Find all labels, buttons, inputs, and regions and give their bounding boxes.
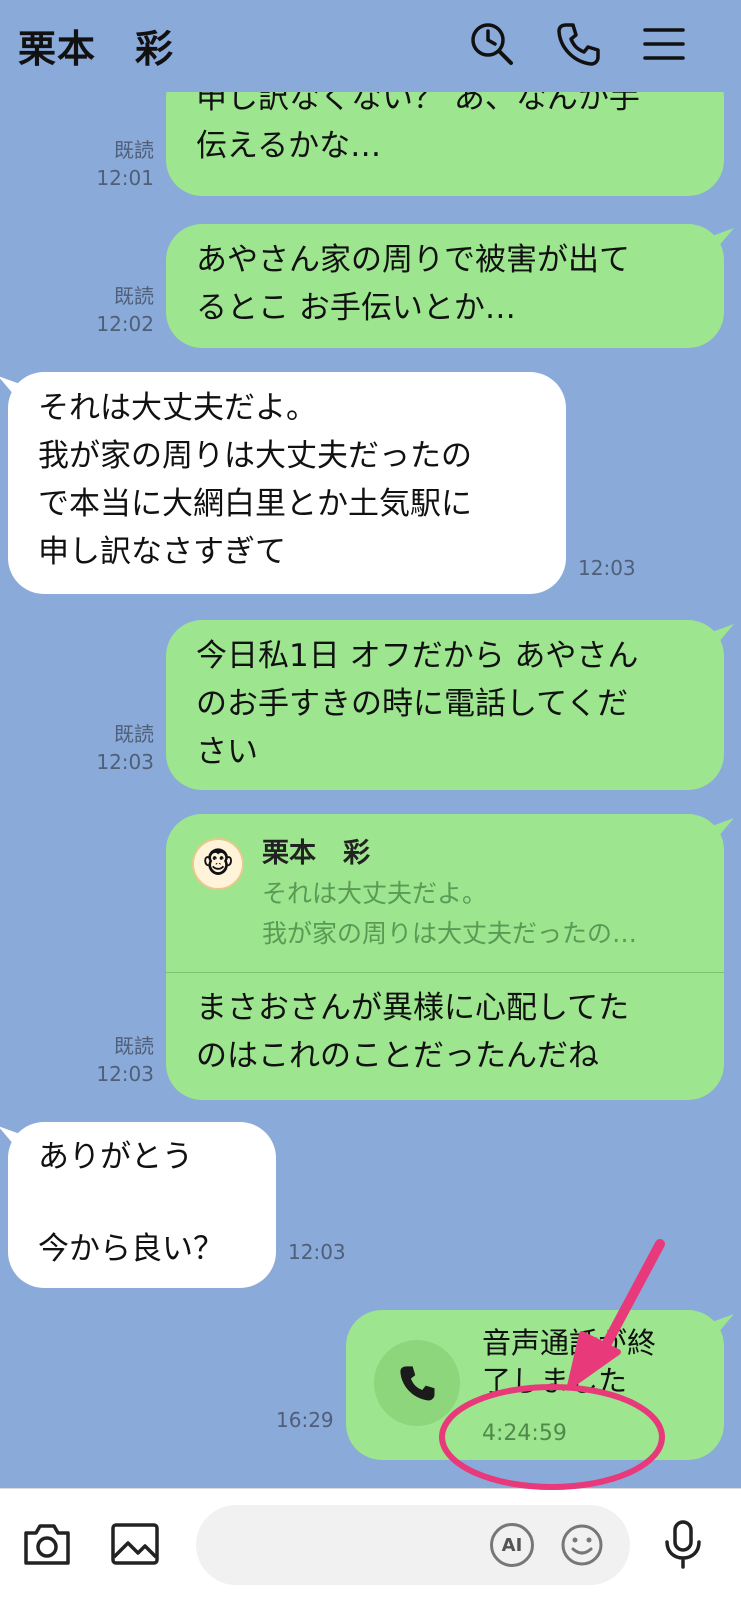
message-meta: 既読 12:03 (92, 720, 154, 776)
message-text: それは大丈夫だよ。 我が家の周りは大丈夫だったの で本当に大網白里とか土気駅に … (38, 390, 472, 570)
call-status-text: 音声通話が終 了しました (482, 1326, 657, 1398)
read-receipt: 既読 (114, 722, 154, 746)
message-time: 12:03 (96, 750, 154, 774)
read-receipt: 既読 (114, 138, 154, 162)
call-duration: 4:24:59 (482, 1421, 567, 1446)
message-bubble[interactable]: 今日私1日 オフだから あやさん のお手すきの時に電話してくだ さい (166, 620, 724, 790)
message-input-bar: AI (0, 1488, 741, 1600)
chat-header: 栗本 彩 (0, 0, 741, 92)
search-clock-icon[interactable] (468, 20, 516, 68)
message-bubble[interactable]: ありがとう 今から良い？ (8, 1122, 276, 1288)
chat-area[interactable]: 申し訳なくない？ あ、なんか手 伝えるかな… 既読 12:01 あやさん家の周り… (0, 92, 741, 1488)
message-text: まさおさんが異様に心配してた のはこれのことだったんだね (196, 990, 630, 1074)
message-meta: 既読 12:01 (92, 136, 154, 192)
camera-icon[interactable] (20, 1517, 74, 1571)
chat-title: 栗本 彩 (18, 27, 175, 71)
message-bubble[interactable]: 申し訳なくない？ あ、なんか手 伝えるかな… (166, 92, 724, 196)
phone-icon (374, 1340, 460, 1426)
message-bubble[interactable]: あやさん家の周りで被害が出て るとこ お手伝いとか… (166, 224, 724, 348)
menu-icon[interactable] (640, 20, 688, 68)
message-time: 12:03 (578, 556, 636, 580)
message-time: 16:29 (276, 1408, 334, 1432)
message-text: ありがとう 今から良い？ (38, 1139, 224, 1267)
message-bubble[interactable]: それは大丈夫だよ。 我が家の周りは大丈夫だったの で本当に大網白里とか土気駅に … (8, 372, 566, 594)
divider (166, 972, 724, 973)
avatar: 🐵 (192, 838, 244, 890)
message-time: 12:03 (96, 1062, 154, 1086)
ai-icon[interactable]: AI (490, 1523, 534, 1567)
message-time: 12:03 (288, 1240, 346, 1264)
phone-icon[interactable] (554, 20, 602, 68)
message-text: あやさん家の周りで被害が出て るとこ お手伝いとか… (196, 242, 630, 326)
reply-quote-line: 我が家の周りは大丈夫だったの… (262, 919, 638, 948)
message-time: 12:02 (96, 312, 154, 336)
image-icon[interactable] (108, 1517, 162, 1571)
read-receipt: 既読 (114, 284, 154, 308)
emoji-icon[interactable] (560, 1523, 604, 1567)
message-text: 今日私1日 オフだから あやさん のお手すきの時に電話してくだ さい (196, 638, 639, 770)
reply-message-bubble[interactable]: 🐵 栗本 彩 それは大丈夫だよ。 我が家の周りは大丈夫だったの… まさおさんが異… (166, 814, 724, 1100)
read-receipt: 既読 (114, 1034, 154, 1058)
mic-icon[interactable] (656, 1517, 710, 1571)
message-meta: 既読 12:03 (92, 1032, 154, 1088)
message-input[interactable]: AI (196, 1505, 630, 1585)
call-ended-bubble[interactable]: 音声通話が終 了しました 4:24:59 (346, 1310, 724, 1460)
message-time: 12:01 (96, 166, 154, 190)
message-meta: 既読 12:02 (92, 282, 154, 338)
message-text: 申し訳なくない？ あ、なんか手 伝えるかな… (196, 92, 640, 164)
